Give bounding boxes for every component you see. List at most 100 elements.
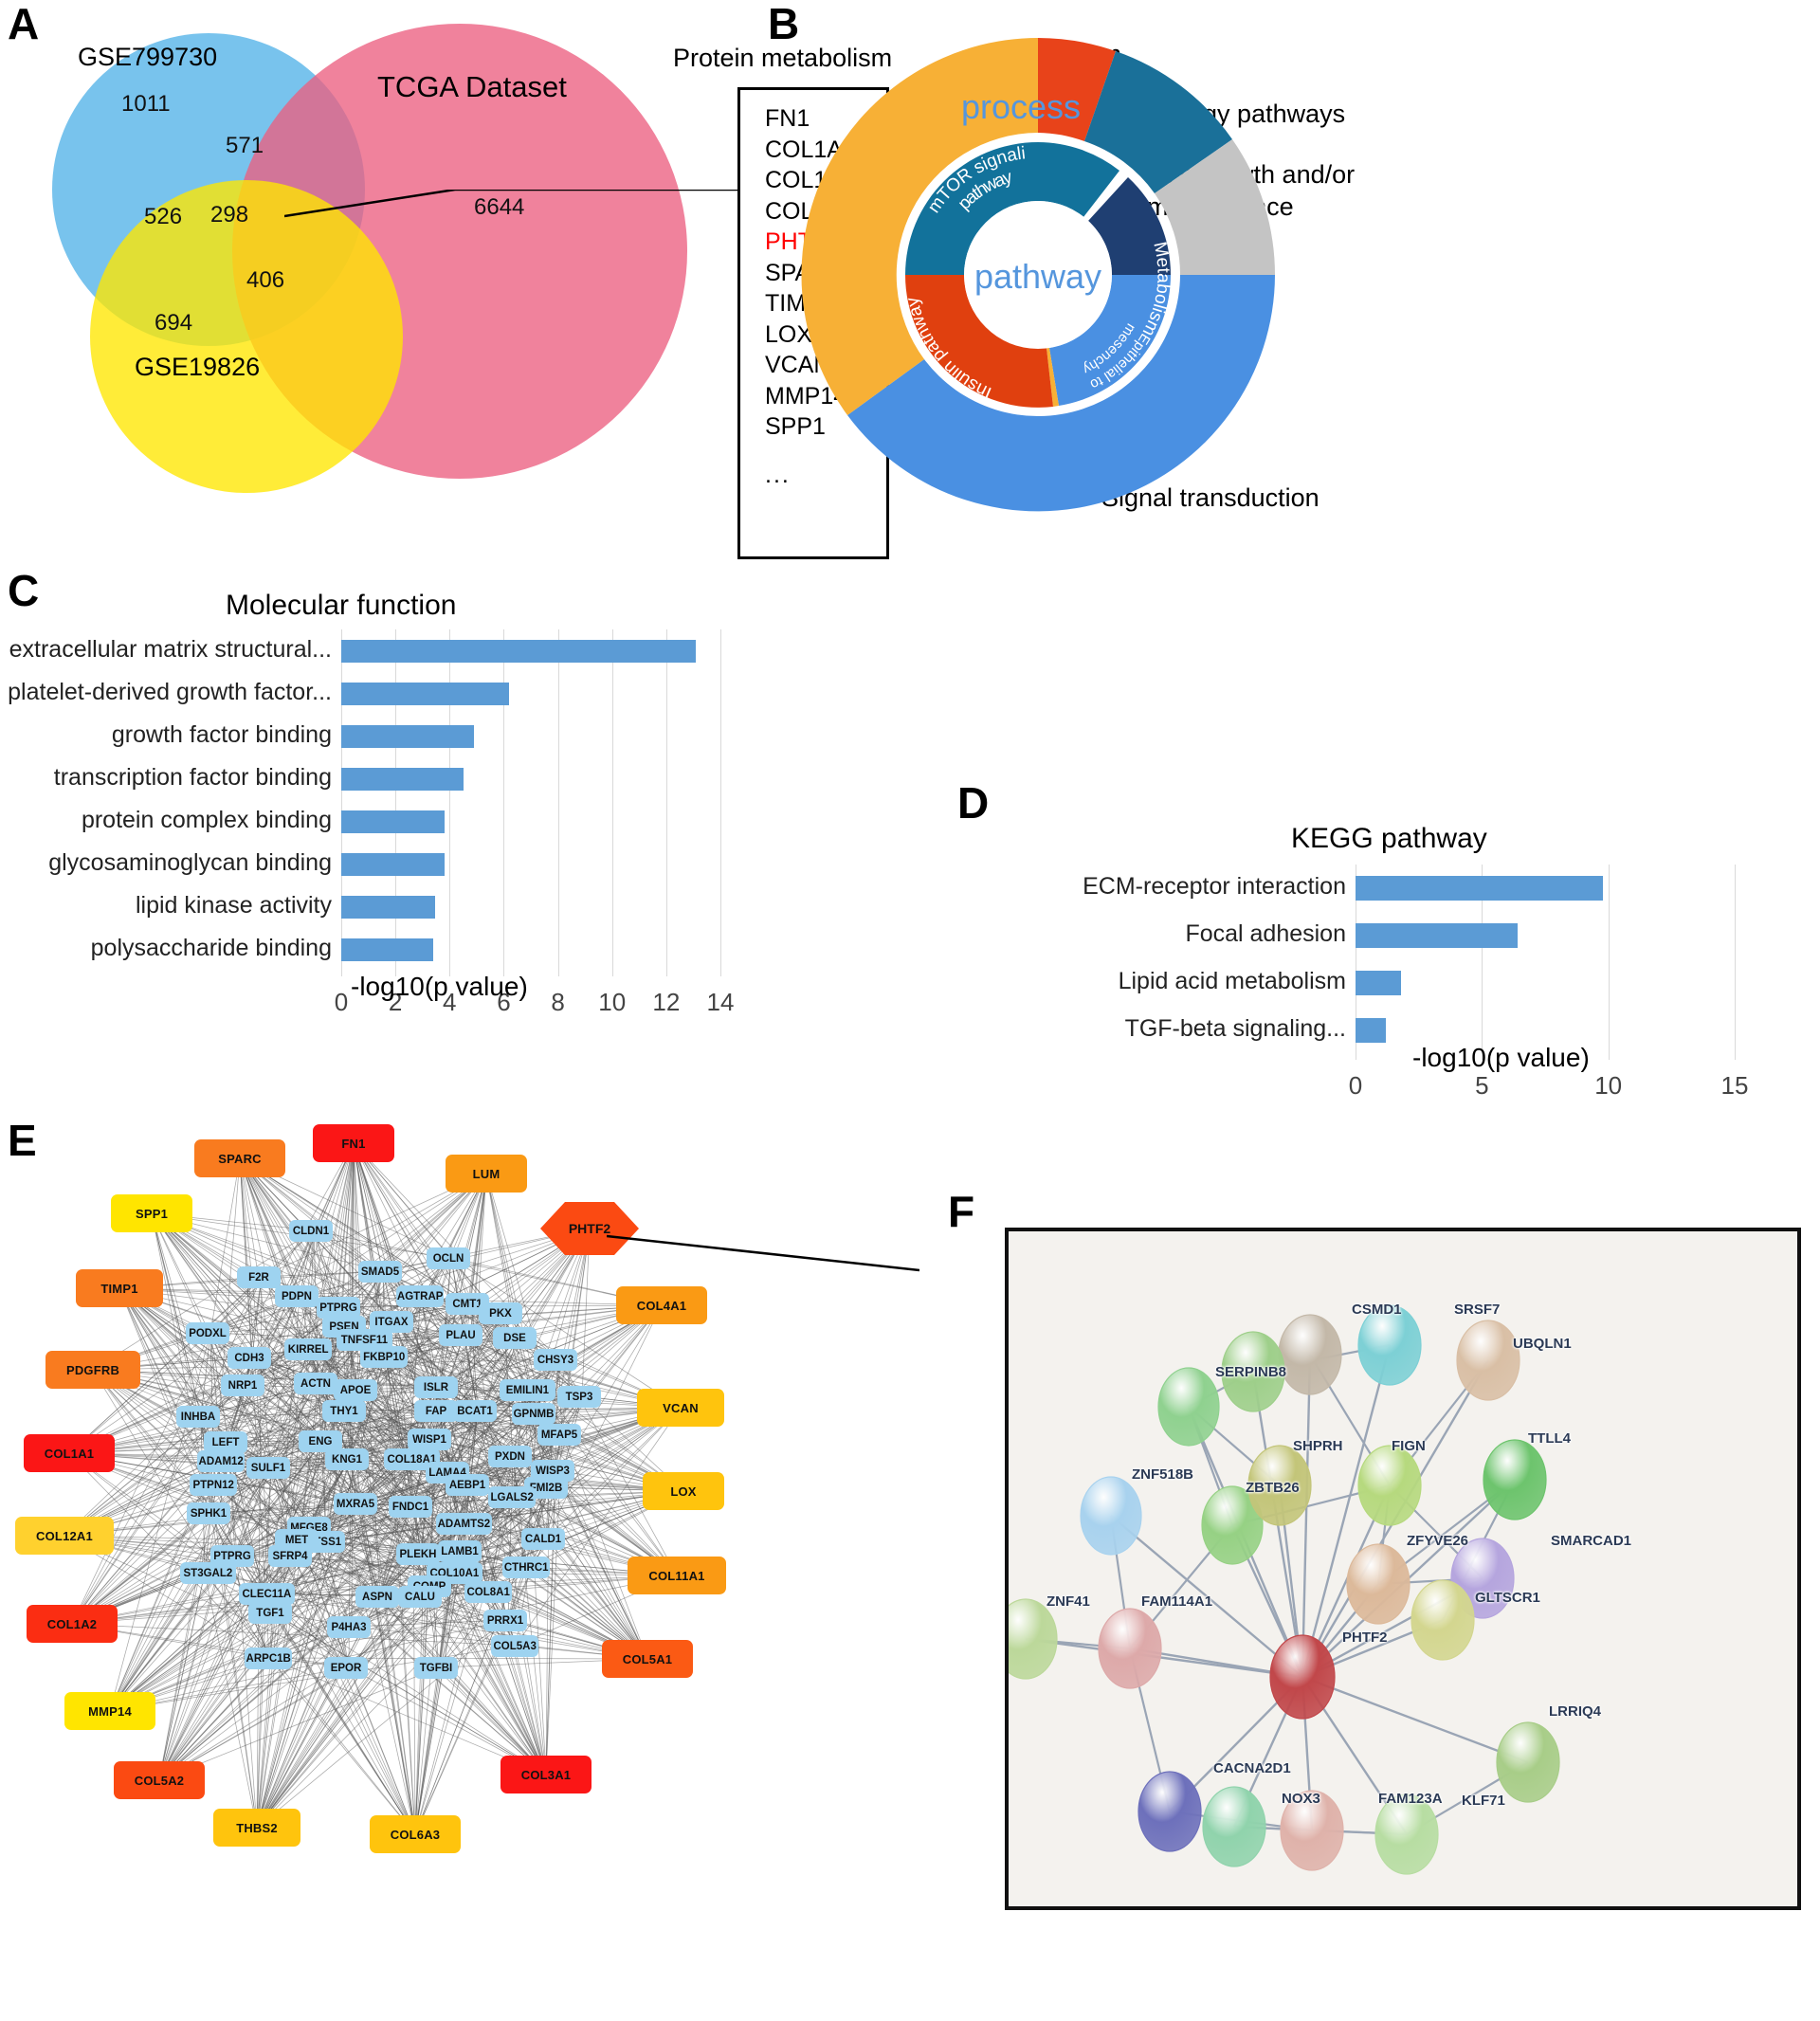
network-node-hub[interactable]: VCAN — [637, 1389, 724, 1427]
network-node-inner[interactable]: PRRX1 — [483, 1610, 527, 1631]
bar — [1356, 1018, 1386, 1043]
network-node-hub[interactable]: SPARC — [194, 1139, 285, 1177]
network-node-inner[interactable]: ACTN — [294, 1373, 337, 1394]
network-node-inner[interactable]: CALU — [398, 1586, 442, 1608]
panel-c-axis-title-text: -log10(p value) — [351, 972, 528, 1001]
network-node-inner[interactable]: ADAMTS2 — [436, 1513, 492, 1535]
network-node-hub[interactable]: COL12A1 — [15, 1517, 114, 1555]
network-node-inner[interactable]: EPOR — [324, 1657, 368, 1679]
network-node-inner[interactable]: F2R — [237, 1266, 281, 1288]
network-node-hub[interactable]: TIMP1 — [76, 1269, 163, 1307]
bar — [341, 724, 474, 748]
network-node-inner[interactable]: CLDN1 — [289, 1220, 333, 1242]
string-node-label: SERPINB8 — [1215, 1364, 1287, 1380]
string-node-label: FAM114A1 — [1141, 1593, 1213, 1610]
network-node-inner[interactable]: ARPC1B — [245, 1648, 293, 1669]
venn-count-overlap-526: 526 — [144, 204, 183, 229]
x-tick-label: 15 — [1720, 1071, 1749, 1100]
network-node-inner[interactable]: TGF1 — [248, 1602, 292, 1624]
string-node-label: UBQLN1 — [1513, 1336, 1572, 1352]
network-node-inner[interactable]: SPHK1 — [187, 1502, 230, 1524]
network-node-inner[interactable]: PDPN — [275, 1285, 318, 1307]
network-node-inner[interactable]: MFAP5 — [537, 1424, 581, 1446]
network-node-inner[interactable]: OCLN — [427, 1247, 470, 1269]
bar-category-label: extracellular matrix structural... — [9, 635, 332, 663]
network-node-inner[interactable]: PXDN — [488, 1446, 532, 1467]
bar-category-label: lipid kinase activity — [135, 891, 332, 919]
network-node-hub[interactable]: LUM — [446, 1155, 527, 1193]
network-node-inner[interactable]: SULF1 — [246, 1457, 290, 1479]
network-node-inner[interactable]: MXRA5 — [334, 1493, 377, 1515]
network-node-hub[interactable]: COL5A1 — [602, 1640, 693, 1678]
network-node-inner[interactable]: PKX — [479, 1302, 522, 1324]
x-tick-label: 5 — [1475, 1071, 1489, 1100]
bar — [1356, 923, 1518, 948]
network-node-inner[interactable]: P4HA3 — [327, 1616, 371, 1638]
network-node-inner[interactable]: BCAT1 — [453, 1400, 497, 1422]
network-node-inner[interactable]: THY1 — [322, 1400, 366, 1422]
network-node-inner[interactable]: SMAD5 — [358, 1261, 402, 1283]
network-node-inner[interactable]: DSE — [493, 1327, 537, 1349]
network-node-inner[interactable]: APOE — [334, 1379, 377, 1401]
bar — [341, 767, 464, 791]
network-node-inner[interactable]: KIRREL — [284, 1338, 333, 1360]
venn-count-gse799730-unique: 1011 — [121, 91, 171, 117]
panel-b-donut: B Protein metabolism metabolism Energy p… — [673, 0, 1820, 758]
string-node-label: FIGN — [1392, 1438, 1426, 1454]
network-node-hub[interactable]: THBS2 — [213, 1809, 300, 1847]
network-node-hub[interactable]: FN1 — [313, 1124, 394, 1162]
network-node-inner[interactable]: LGALS2 — [488, 1486, 537, 1508]
network-node-inner[interactable]: TSP3 — [557, 1386, 601, 1408]
network-node-inner[interactable]: FNDC1 — [389, 1496, 432, 1518]
network-node-inner[interactable]: LAMB1 — [438, 1540, 482, 1562]
network-node-inner[interactable]: NRP1 — [221, 1375, 264, 1396]
network-node-hub[interactable]: SPP1 — [111, 1194, 192, 1232]
venn-label-gse19826: GSE19826 — [135, 353, 261, 381]
network-node-inner[interactable]: AEBP1 — [446, 1474, 489, 1496]
network-node-inner[interactable]: COL5A3 — [491, 1635, 539, 1657]
network-node-hub[interactable]: COL1A2 — [27, 1605, 118, 1643]
gridline — [557, 629, 559, 976]
network-node-hub[interactable]: MMP14 — [64, 1692, 155, 1730]
panel-c-molecular-function: C Molecular function extracellular matri… — [0, 569, 758, 1128]
network-node-inner[interactable]: COL8A1 — [464, 1581, 513, 1603]
venn-count-overlap-298: 298 — [210, 202, 249, 228]
venn-label-tcga: TCGA Dataset — [377, 70, 567, 103]
network-node-inner[interactable]: GPNMB — [512, 1403, 555, 1425]
network-node-hub[interactable]: COL11A1 — [628, 1557, 726, 1594]
panel-c-axis-title: -log10(p value) — [351, 972, 528, 1002]
network-node-inner[interactable]: PTPN12 — [190, 1474, 238, 1496]
bar-category-label: protein complex binding — [81, 806, 332, 833]
network-node-inner[interactable]: TGFBI — [414, 1657, 458, 1679]
network-node-inner[interactable]: CHSY3 — [534, 1349, 577, 1371]
network-node-hub[interactable]: COL3A1 — [500, 1756, 592, 1793]
network-node-inner[interactable]: ISLR — [414, 1376, 458, 1398]
network-node-hub[interactable]: PDGFRB — [46, 1351, 140, 1389]
venn-label-gse799730: GSE799730 — [78, 43, 218, 71]
network-node-inner[interactable]: ADAM12 — [197, 1450, 246, 1472]
venn-count-overlap-571: 571 — [226, 133, 264, 158]
network-node-inner[interactable]: KNG1 — [325, 1448, 369, 1470]
network-node-inner[interactable]: INHBA — [176, 1406, 220, 1428]
network-node-inner[interactable]: EMILIN1 — [500, 1379, 555, 1401]
network-node-hub[interactable]: LOX — [643, 1472, 724, 1510]
network-node-inner[interactable]: PODXL — [186, 1322, 229, 1344]
network-node-hub[interactable]: COL1A1 — [24, 1434, 115, 1472]
network-node-inner[interactable]: ASPN — [355, 1586, 399, 1608]
network-node-inner[interactable]: WISP1 — [408, 1429, 451, 1450]
network-node-inner[interactable]: CDH3 — [228, 1347, 271, 1369]
network-node-inner[interactable]: AGTRAP — [396, 1285, 445, 1307]
string-node-label: LRRIQ4 — [1549, 1703, 1602, 1720]
network-node-inner[interactable]: FAP — [414, 1400, 458, 1422]
string-node-label: NOX3 — [1282, 1791, 1320, 1807]
network-node-inner[interactable]: CTHRC1 — [502, 1557, 551, 1578]
network-node-inner[interactable]: SFRP4 — [268, 1545, 312, 1567]
network-node-inner[interactable]: FKBP10 — [360, 1346, 409, 1368]
network-node-hub[interactable]: COL4A1 — [616, 1286, 707, 1324]
network-node-hub[interactable]: COL6A3 — [370, 1815, 461, 1853]
network-node-inner[interactable]: PLAU — [439, 1324, 482, 1346]
network-node-inner[interactable]: CALD1 — [521, 1528, 565, 1550]
donut-center-label: pathway — [974, 257, 1101, 296]
network-node-inner[interactable]: ST3GAL2 — [180, 1562, 236, 1584]
network-node-hub[interactable]: COL5A2 — [114, 1761, 205, 1799]
